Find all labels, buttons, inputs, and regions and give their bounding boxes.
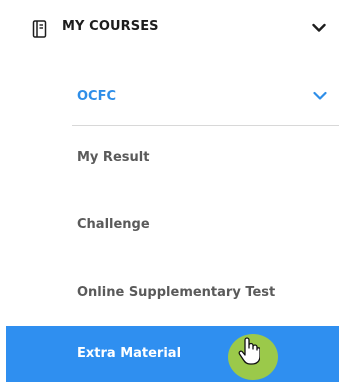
menu-item-extra-material[interactable]: Extra Material [6, 326, 339, 382]
menu-item-label: Challenge [77, 217, 150, 232]
menu-item-challenge[interactable]: Challenge [0, 197, 339, 253]
subsection-ocfc[interactable]: OCFC [72, 68, 339, 124]
menu-item-label: Online Supplementary Test [77, 285, 276, 300]
menu-item-my-result[interactable]: My Result [0, 130, 339, 186]
section-my-courses[interactable]: MY COURSES [0, 0, 339, 56]
sidebar-menu: MY COURSES OCFC My Result Challenge Onli… [0, 0, 339, 383]
subsection-divider [72, 125, 339, 126]
hand-pointer-icon [238, 337, 260, 365]
chevron-down-icon[interactable] [313, 91, 327, 101]
chevron-down-icon[interactable] [312, 23, 326, 33]
section-label: MY COURSES [62, 19, 159, 34]
notebook-icon [32, 20, 47, 38]
subsection-label: OCFC [77, 89, 117, 104]
menu-item-label: Extra Material [77, 346, 182, 361]
menu-item-online-supplementary-test[interactable]: Online Supplementary Test [0, 265, 339, 321]
menu-item-label: My Result [77, 150, 150, 165]
